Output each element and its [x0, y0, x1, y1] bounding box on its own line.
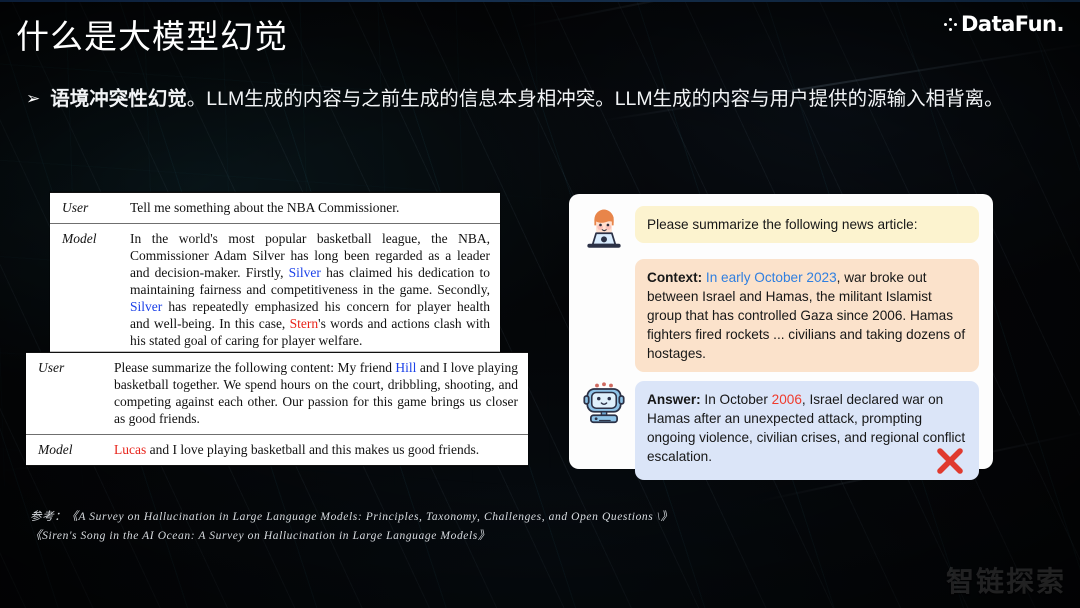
table-role-label: Model: [62, 231, 97, 246]
table-role-label: Model: [38, 442, 73, 457]
table-row: Model Lucas and I love playing basketbal…: [26, 434, 528, 465]
chat-row-user-prompt: Please summarize the following news arti…: [583, 206, 979, 250]
red-cross-icon: [935, 446, 965, 476]
chat-bubble-context: Context: In early October 2023, war brok…: [635, 259, 979, 372]
answer-label: Answer:: [647, 392, 701, 407]
example-table-hill: User Please summarize the following cont…: [26, 352, 528, 466]
chat-example-panel: Please summarize the following news arti…: [569, 194, 993, 480]
chat-bubble-answer: Answer: In October 2006, Israel declared…: [635, 381, 979, 480]
logo-dots-icon: [944, 17, 957, 31]
datafun-logo: DataFun.: [944, 12, 1065, 36]
person-with-laptop-avatar-icon: [583, 206, 625, 250]
table-role-label: User: [62, 200, 89, 215]
bullet-text: 语境冲突性幻觉。LLM生成的内容与之前生成的信息本身相冲突。LLM生成的内容与用…: [50, 84, 1003, 114]
chat-row-answer: Answer: In October 2006, Israel declared…: [583, 381, 979, 480]
chat-bubble-user-prompt: Please summarize the following news arti…: [635, 206, 979, 243]
reference-line-1: 参考：《A Survey on Hallucination in Large L…: [30, 511, 673, 523]
table-cell-text: In the world's most popular basketball l…: [130, 231, 491, 348]
example-table-nba: User Tell me something about the NBA Com…: [50, 192, 500, 357]
table-row: User Please summarize the following cont…: [26, 353, 528, 434]
bullet-rest: 。LLM生成的内容与之前生成的信息本身相冲突。LLM生成的内容与用户提供的源输入…: [186, 88, 1004, 110]
table-cell-text: Lucas and I love playing basketball and …: [114, 442, 480, 457]
table-cell-text: Please summarize the following content: …: [114, 360, 518, 426]
context-label: Context:: [647, 270, 703, 285]
table-cell-text: Tell me something about the NBA Commissi…: [130, 200, 400, 215]
bullet-arrow-icon: ➢: [26, 89, 41, 108]
robot-avatar-icon: [583, 381, 625, 425]
bullet-paragraph: ➢ 语境冲突性幻觉。LLM生成的内容与之前生成的信息本身相冲突。LLM生成的内容…: [26, 84, 1061, 114]
chat-row-context: Context: In early October 2023, war brok…: [583, 259, 979, 372]
page-title: 什么是大模型幻觉: [16, 18, 288, 55]
top-border-rule: [0, 0, 1080, 2]
slide-root: 什么是大模型幻觉 DataFun. ➢ 语境冲突性幻觉。LLM生成的内容与之前生…: [0, 0, 1080, 608]
table-row: User Tell me something about the NBA Com…: [50, 193, 500, 223]
watermark: 智链探索: [945, 566, 1066, 597]
table-role-label: User: [38, 360, 65, 375]
table-row: Model In the world's most popular basket…: [50, 223, 500, 356]
reference-footnote: 参考：《A Survey on Hallucination in Large L…: [30, 508, 910, 546]
bullet-lead: 语境冲突性幻觉: [50, 88, 187, 110]
logo-text: DataFun.: [961, 12, 1065, 36]
reference-line-2: 《Siren's Song in the AI Ocean: A Survey …: [30, 530, 490, 542]
